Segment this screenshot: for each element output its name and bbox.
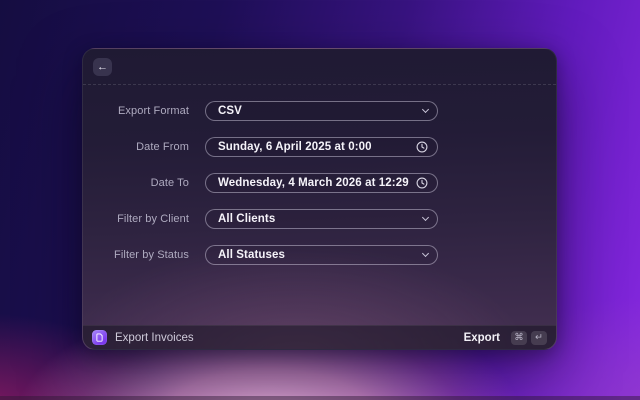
filter-client-label: Filter by Client: [83, 209, 189, 229]
form-row-date-to: Date To Wednesday, 4 March 2026 at 12:29: [83, 173, 556, 193]
back-arrow-icon: ←: [97, 62, 108, 73]
export-format-select[interactable]: CSV: [205, 101, 438, 121]
date-to-label: Date To: [83, 173, 189, 193]
chevron-down-icon: [422, 106, 429, 113]
filter-status-label: Filter by Status: [83, 245, 189, 265]
desktop-background: ← Export Format CSV Date From Sunday, 6 …: [0, 0, 640, 400]
screen-bottom-edge: [0, 396, 640, 400]
chevron-down-icon: [422, 214, 429, 221]
filter-status-value: All Statuses: [218, 249, 285, 261]
dialog-title: Export Invoices: [115, 332, 194, 344]
date-from-label: Date From: [83, 137, 189, 157]
export-format-label: Export Format: [83, 101, 189, 121]
date-from-input[interactable]: Sunday, 6 April 2025 at 0:00: [205, 137, 438, 157]
command-key-icon[interactable]: ⌘: [511, 331, 527, 345]
back-button[interactable]: ←: [93, 58, 112, 76]
dialog-header: ←: [83, 49, 556, 84]
filter-client-select[interactable]: All Clients: [205, 209, 438, 229]
form-row-export-format: Export Format CSV: [83, 101, 556, 121]
date-from-value: Sunday, 6 April 2025 at 0:00: [218, 141, 372, 153]
date-to-input[interactable]: Wednesday, 4 March 2026 at 12:29: [205, 173, 438, 193]
filter-client-value: All Clients: [218, 213, 275, 225]
form-row-filter-client: Filter by Client All Clients: [83, 209, 556, 229]
header-divider: [83, 84, 556, 85]
chevron-down-icon: [422, 250, 429, 257]
invoice-document-icon: [92, 330, 107, 345]
filter-status-select[interactable]: All Statuses: [205, 245, 438, 265]
dialog-footer: Export Invoices Export ⌘ ↵: [83, 325, 556, 349]
export-invoices-dialog: ← Export Format CSV Date From Sunday, 6 …: [82, 48, 557, 350]
return-key-icon[interactable]: ↵: [531, 331, 547, 345]
export-format-value: CSV: [218, 105, 242, 117]
form-row-date-from: Date From Sunday, 6 April 2025 at 0:00: [83, 137, 556, 157]
clock-icon: [416, 177, 428, 189]
form-row-filter-status: Filter by Status All Statuses: [83, 245, 556, 265]
clock-icon: [416, 141, 428, 153]
export-button[interactable]: Export: [464, 332, 500, 344]
date-to-value: Wednesday, 4 March 2026 at 12:29: [218, 177, 409, 189]
